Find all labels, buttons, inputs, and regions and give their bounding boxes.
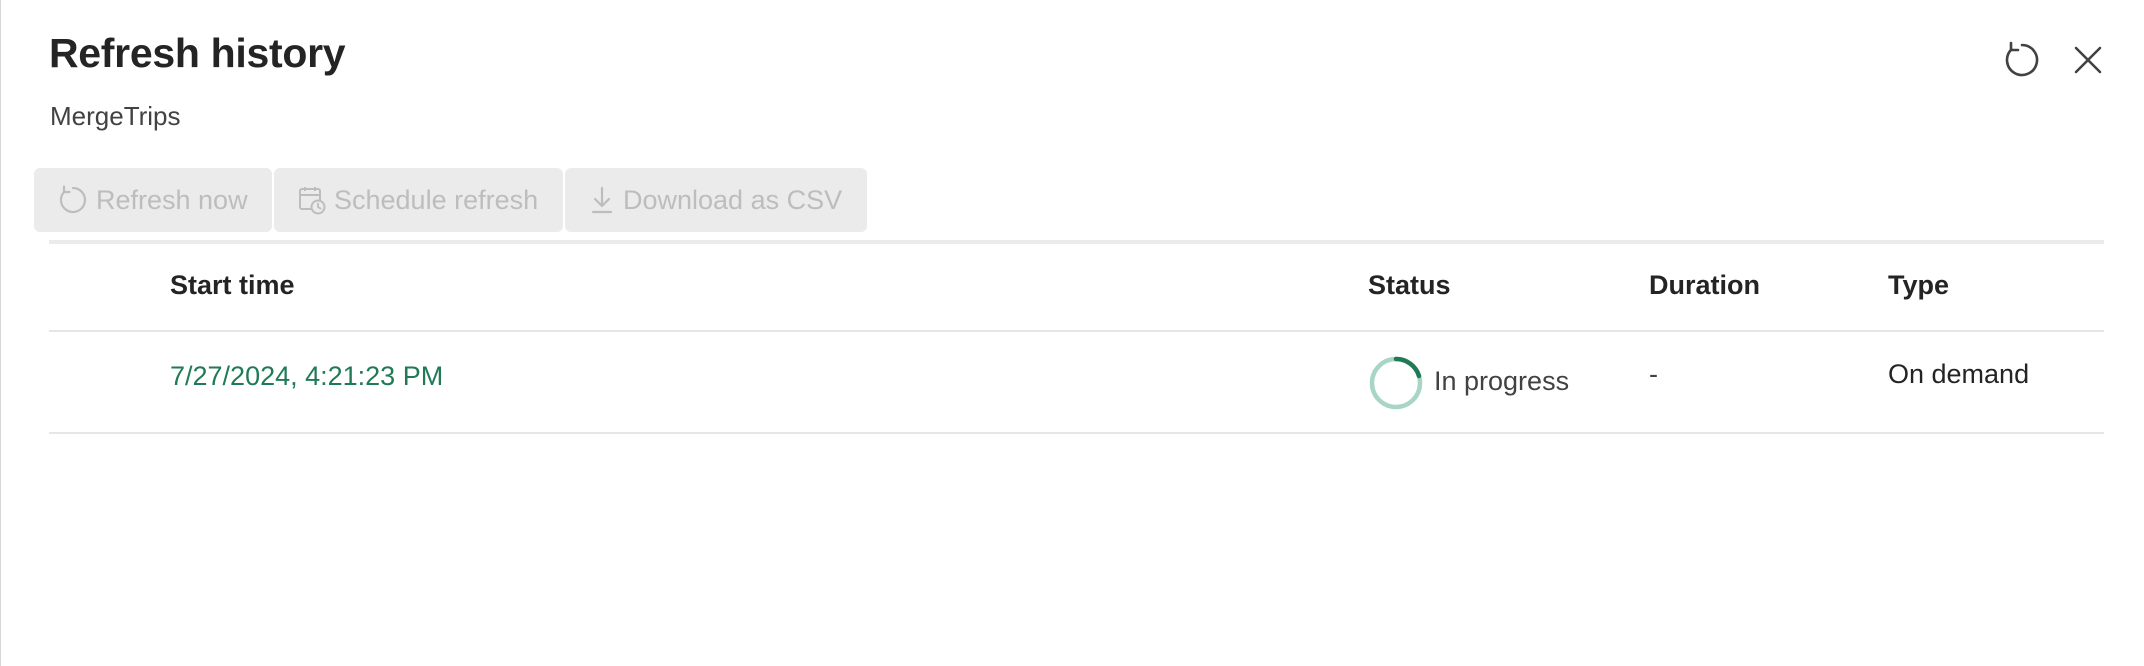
type-text: On demand <box>1888 359 2030 389</box>
refresh-icon <box>58 185 88 215</box>
start-time-link[interactable]: 7/27/2024, 4:21:23 PM <box>170 361 443 392</box>
column-header-status[interactable]: Status <box>1368 270 1451 301</box>
toolbar: Refresh now Schedule refresh Download as… <box>34 168 867 232</box>
download-csv-label: Download as CSV <box>623 184 843 215</box>
column-header-start-time[interactable]: Start time <box>170 270 295 301</box>
refresh-history-panel: Refresh history MergeTrips Refresh now S… <box>0 0 2144 666</box>
close-icon[interactable] <box>2066 38 2110 82</box>
calendar-clock-icon <box>298 185 326 215</box>
column-header-type[interactable]: Type <box>1888 270 1949 301</box>
status-text: In progress <box>1434 366 1570 396</box>
refresh-now-button[interactable]: Refresh now <box>34 168 272 232</box>
spinner-icon <box>1369 356 1423 410</box>
schedule-refresh-button[interactable]: Schedule refresh <box>274 168 563 232</box>
divider <box>49 240 2104 244</box>
duration-text: - <box>1649 359 1658 389</box>
column-header-duration[interactable]: Duration <box>1649 270 1760 301</box>
schedule-refresh-label: Schedule refresh <box>334 184 539 215</box>
download-icon <box>589 185 615 215</box>
page-subtitle: MergeTrips <box>50 101 181 131</box>
row-divider <box>49 432 2104 434</box>
header-divider <box>49 330 2104 332</box>
download-csv-button[interactable]: Download as CSV <box>565 168 867 232</box>
refresh-now-label: Refresh now <box>96 184 248 215</box>
refresh-icon[interactable] <box>2000 38 2044 82</box>
page-title: Refresh history <box>49 30 346 76</box>
